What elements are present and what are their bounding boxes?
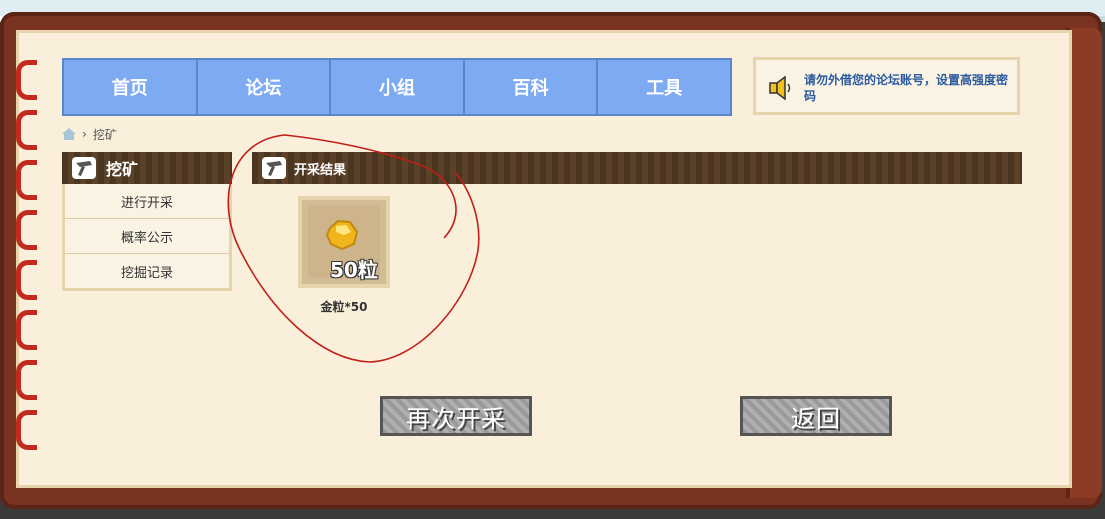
nav-wiki[interactable]: 百科 <box>465 60 599 114</box>
home-icon[interactable] <box>62 128 76 140</box>
item-slot-inner: 50粒 <box>308 206 380 282</box>
breadcrumb-current[interactable]: 挖矿 <box>93 126 117 143</box>
result-title: 开采结果 <box>294 162 347 178</box>
pickaxe-icon <box>262 157 286 179</box>
binder-ring <box>16 310 37 350</box>
sidebar-menu: 进行开采 概率公示 挖掘记录 <box>62 184 232 291</box>
sidebar-item-records[interactable]: 挖掘记录 <box>65 254 229 288</box>
binder-ring <box>16 360 37 400</box>
nav-groups[interactable]: 小组 <box>331 60 465 114</box>
item-quantity-label: 50粒 <box>330 258 378 282</box>
result-header: 开采结果 <box>252 152 1022 184</box>
sidebar-header: 挖矿 <box>62 152 232 184</box>
pickaxe-icon <box>72 157 96 179</box>
back-button[interactable]: 返回 <box>740 396 892 436</box>
breadcrumb: › 挖矿 <box>62 126 117 142</box>
sidebar-item-probability[interactable]: 概率公示 <box>65 219 229 254</box>
result-item-name: 金粒*50 <box>320 300 368 314</box>
nav-forum[interactable]: 论坛 <box>198 60 332 114</box>
sidebar-title: 挖矿 <box>106 160 139 179</box>
sidebar-item-mine[interactable]: 进行开采 <box>65 184 229 219</box>
binder-ring <box>16 410 37 450</box>
nav-home[interactable]: 首页 <box>64 60 198 114</box>
binder-ring <box>16 160 37 200</box>
gold-nugget-icon <box>325 219 359 251</box>
nav-tools[interactable]: 工具 <box>598 60 730 114</box>
speaker-icon <box>769 75 791 101</box>
binder-ring <box>16 260 37 300</box>
main-nav: 首页 论坛 小组 百科 工具 <box>62 58 732 116</box>
mine-again-button[interactable]: 再次开采 <box>380 396 532 436</box>
binder-ring <box>16 60 37 100</box>
notice-box: 请勿外借您的论坛账号，设置高强度密码 <box>753 57 1020 115</box>
binder-ring <box>16 210 37 250</box>
breadcrumb-separator: › <box>82 127 87 141</box>
notice-text: 请勿外借您的论坛账号，设置高强度密码 <box>804 73 1009 103</box>
result-item-slot[interactable]: 50粒 <box>298 196 390 288</box>
binder-ring <box>16 110 37 150</box>
